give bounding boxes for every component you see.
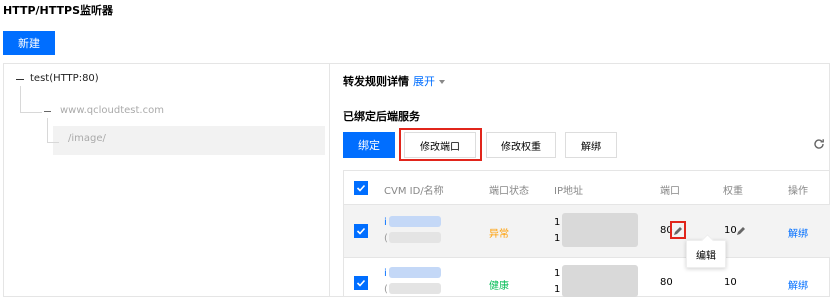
col-header-weight: 权重 (723, 186, 743, 197)
tree-connector (47, 142, 59, 143)
redacted-name (389, 283, 441, 294)
bound-backend-title: 已绑定后端服务 (343, 110, 420, 123)
redacted-ip (562, 213, 638, 247)
refresh-icon[interactable] (813, 138, 825, 150)
ip-address-line2: 1 (554, 284, 561, 295)
tree-node-listener[interactable]: test(HTTP:80) (30, 73, 99, 84)
edit-tooltip: 编辑 (686, 240, 726, 268)
expand-label: 展开 (413, 75, 435, 88)
pencil-icon[interactable] (736, 226, 746, 236)
redacted-id (389, 267, 441, 278)
new-button[interactable]: 新建 (3, 31, 55, 55)
port-status-abnormal: 异常 (489, 229, 509, 240)
forward-rule-title: 转发规则详情 (343, 75, 409, 88)
ip-address-line2: 1 (554, 233, 561, 244)
cvm-name: ( (384, 284, 388, 295)
col-header-action: 操作 (788, 186, 808, 197)
weight-value: 10 (724, 277, 737, 288)
col-header-port-status: 端口状态 (489, 186, 529, 197)
page-title: HTTP/HTTPS监听器 (3, 4, 113, 17)
expand-link[interactable]: 展开 (413, 73, 445, 89)
collapse-icon[interactable] (16, 79, 24, 80)
select-all-checkbox[interactable] (354, 181, 368, 195)
highlight-box (670, 221, 686, 239)
collapse-icon[interactable] (44, 111, 51, 112)
caret-down-icon (439, 80, 445, 84)
row-unbind-link[interactable]: 解绑 (788, 225, 808, 240)
tree-connector (20, 86, 21, 113)
check-icon (356, 227, 366, 235)
tree-node-domain[interactable]: www.qcloudtest.com (60, 105, 164, 116)
row-divider (344, 257, 830, 258)
col-header-port: 端口 (660, 186, 680, 197)
row-checkbox[interactable] (354, 224, 368, 238)
highlight-box (399, 128, 482, 161)
port-status-healthy: 健康 (489, 281, 509, 292)
cvm-id-link[interactable]: i (384, 217, 387, 228)
row-checkbox[interactable] (354, 276, 368, 290)
port-value: 80 (660, 277, 673, 288)
redacted-ip (562, 265, 638, 297)
col-header-id-name: CVM ID/名称 (384, 186, 444, 197)
weight-value: 10 (724, 225, 737, 236)
unbind-button[interactable]: 解绑 (565, 132, 617, 158)
bind-button[interactable]: 绑定 (343, 132, 395, 158)
tree-connector (47, 118, 48, 143)
modify-weight-button[interactable]: 修改权重 (486, 132, 556, 158)
tooltip-text: 编辑 (696, 250, 716, 262)
tree-node-path[interactable]: /image/ (68, 133, 106, 144)
tree-connector (20, 112, 42, 113)
check-icon (356, 279, 366, 287)
col-header-ip: IP地址 (554, 186, 583, 197)
check-icon (356, 184, 366, 192)
cvm-id-link[interactable]: i (384, 268, 387, 279)
listener-tree-panel (3, 63, 329, 297)
redacted-id (389, 216, 441, 227)
ip-address-line1: 1 (554, 217, 561, 228)
cvm-name: ( (384, 233, 388, 244)
ip-address-line1: 1 (554, 268, 561, 279)
row-unbind-link[interactable]: 解绑 (788, 277, 808, 292)
redacted-name (389, 232, 441, 243)
